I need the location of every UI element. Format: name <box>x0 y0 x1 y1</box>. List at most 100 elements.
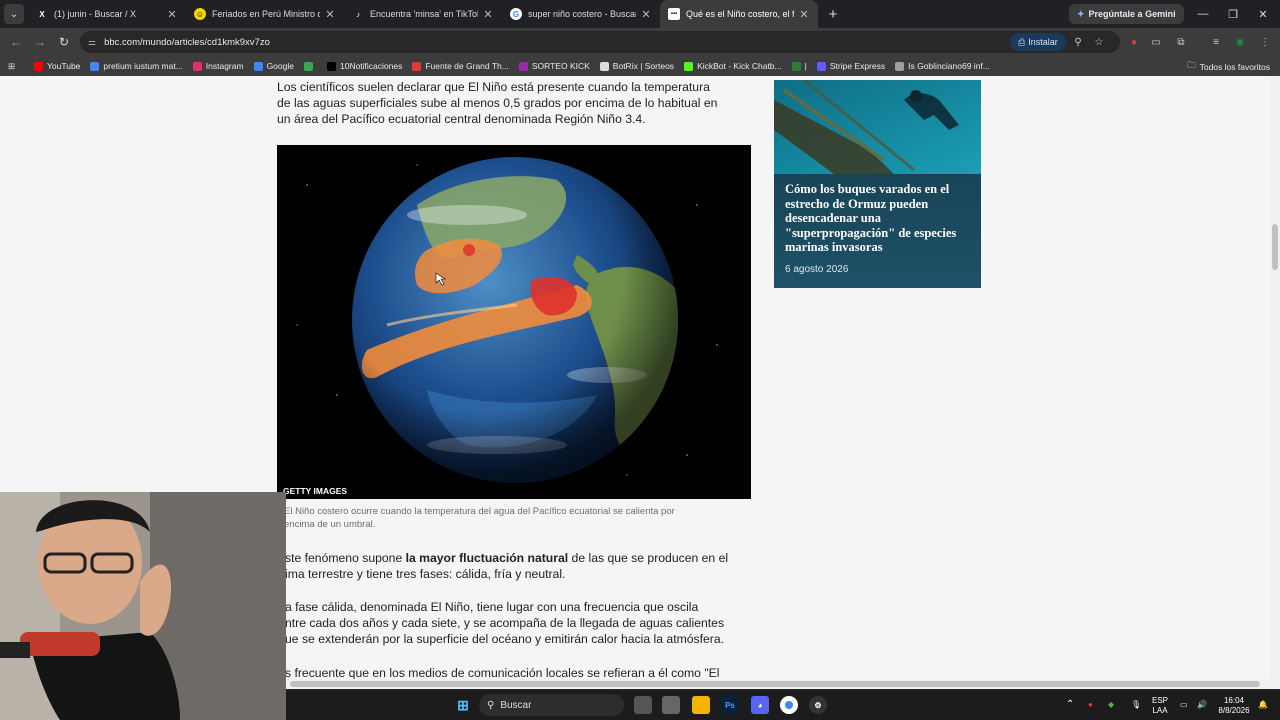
paragraph-phases: ste fenómeno supone la mayor fluctuación… <box>285 550 728 582</box>
lang-top: ESP <box>1152 696 1169 705</box>
tray-chevron-icon[interactable]: ⌃ <box>1066 700 1074 710</box>
bookmark-item[interactable]: BotRix | Sorteos <box>599 61 674 71</box>
article-image-globe[interactable]: GETTY IMAGES <box>277 145 751 499</box>
gemini-button[interactable]: ✦ Pregúntale a Gemini <box>1069 4 1184 24</box>
file-explorer-icon[interactable] <box>692 696 710 714</box>
tab-title: (1) junin - Buscar / X <box>54 9 137 19</box>
bookmark-item[interactable]: Instagram <box>192 61 244 71</box>
task-view-icon[interactable] <box>634 696 652 714</box>
paragraph-warm-phase: a fase cálida, denominada El Niño, tiene… <box>285 599 724 648</box>
close-icon[interactable]: ✕ <box>166 8 178 21</box>
tab-google-search[interactable]: G super niño costero - Buscar con ✕ <box>502 0 660 28</box>
close-icon[interactable]: ✕ <box>324 8 336 21</box>
text-line: s frecuente que en los medios de comunic… <box>285 666 720 679</box>
bookmark-item[interactable]: Fuente de Grand Th... <box>412 61 509 71</box>
bookmark-item[interactable]: 10Notificaciones <box>326 61 402 71</box>
text-run: de las que se producen en el <box>568 551 729 565</box>
apps-grid-icon[interactable]: ⊞ <box>8 61 22 72</box>
bookmark-item[interactable]: KickBot - Kick Chatb... <box>684 61 782 71</box>
reload-icon[interactable]: ↻ <box>52 30 76 54</box>
network-icon[interactable]: ▭ <box>1180 700 1188 710</box>
tab-x-search[interactable]: X (1) junin - Buscar / X ✕ <box>28 0 186 28</box>
close-icon[interactable]: ✕ <box>798 8 810 21</box>
all-bookmarks-folder[interactable]: 🗀 Todos los favoritos <box>1187 60 1270 74</box>
browser-menu-icon[interactable]: ⋮ <box>1258 35 1272 49</box>
bookmark-item[interactable]: pretium iustum mat... <box>90 61 183 71</box>
photoshop-icon[interactable]: Ps <box>721 696 739 714</box>
taskbar-search-label: Buscar <box>500 699 532 711</box>
input-language[interactable]: ESP LAA <box>1152 696 1168 715</box>
site-info-tune-icon[interactable]: ⚌ <box>88 37 96 48</box>
text-line: a fase cálida, denominada El Niño, tiene… <box>285 600 699 614</box>
bookmark-favicon-icon <box>518 61 528 71</box>
minimize-icon[interactable]: — <box>1188 4 1218 24</box>
vertical-scrollbar[interactable] <box>1270 76 1280 679</box>
notifications-icon[interactable]: 🔔 <box>1258 700 1268 710</box>
tab-title: super niño costero - Buscar con <box>528 9 636 19</box>
bookmark-favicon-icon <box>599 61 609 71</box>
tray-shield-icon[interactable]: ◆ <box>1108 700 1114 710</box>
zoom-icon[interactable]: ⚲ <box>1071 35 1085 49</box>
clock[interactable]: 16:04 8/8/2026 <box>1216 696 1252 715</box>
address-bar[interactable]: ⚌ bbc.com/mundo/articles/cd1kmk9xv7zo <box>80 31 1120 53</box>
bookmark-favicon-icon <box>412 61 422 71</box>
windows-start-icon[interactable]: ⊞ <box>454 696 472 714</box>
emphasis-link[interactable]: la mayor fluctuación natural <box>406 551 569 565</box>
text-line: ste fenómeno supone la mayor fluctuación… <box>285 550 728 566</box>
bookmark-item[interactable]: YouTube <box>34 61 80 71</box>
tab-feriados[interactable]: ☺ Feriados en Perú Ministro de Ec ✕ <box>186 0 344 28</box>
bookmark-item[interactable] <box>303 61 317 71</box>
url-text: bbc.com/mundo/articles/cd1kmk9xv7zo <box>104 36 270 48</box>
restore-icon[interactable]: ❐ <box>1218 4 1248 24</box>
app-icon[interactable] <box>662 696 680 714</box>
bookmark-favicon-icon <box>192 61 202 71</box>
bookmark-favicon-icon <box>326 61 336 71</box>
bookmark-item[interactable]: SORTEO KICK <box>518 61 590 71</box>
new-tab-plus-icon[interactable]: + <box>822 6 844 23</box>
tab-tiktok[interactable]: ♪ Encuentra 'minsa' en TikTok | B ✕ <box>344 0 502 28</box>
bookmark-favicon-icon <box>253 61 263 71</box>
bookmark-label: SORTEO KICK <box>531 61 590 71</box>
taskbar-search[interactable]: ⚲ Buscar <box>479 694 624 716</box>
install-app-button[interactable]: ⎙ Instalar <box>1010 33 1066 51</box>
extensions-puzzle-icon[interactable]: ⧉ <box>1174 35 1188 49</box>
bookmark-star-icon[interactable]: ☆ <box>1092 35 1106 49</box>
all-bookmarks-label: Todos los favoritos <box>1199 62 1270 72</box>
bookmark-favicon-icon <box>791 61 801 71</box>
bookmark-item[interactable]: | <box>791 61 807 71</box>
discord-icon[interactable]: ◕ <box>751 696 769 714</box>
bookmark-item[interactable]: Stripe Express <box>816 61 885 71</box>
extension-card-icon[interactable]: ▭ <box>1149 35 1163 49</box>
tab-search-chevron-icon[interactable]: ⌄ <box>4 4 24 24</box>
volume-icon[interactable]: 🔊 <box>1197 700 1207 710</box>
chrome-icon[interactable] <box>780 696 798 714</box>
back-arrow-icon[interactable]: ← <box>4 30 28 54</box>
bookmark-item[interactable]: Is Goblinciano69 inf... <box>895 61 990 71</box>
card-headline[interactable]: Cómo los buques varados en el estrecho d… <box>785 182 973 255</box>
lang-bottom: LAA <box>1152 705 1168 715</box>
vertical-scroll-thumb[interactable] <box>1272 224 1278 270</box>
reading-list-icon[interactable]: ≡ <box>1209 35 1223 49</box>
tab-title: Qué es el Niño costero, el fenó <box>686 9 794 19</box>
clock-date: 8/8/2026 <box>1218 705 1250 715</box>
tray-app-icon[interactable]: ● <box>1088 700 1093 710</box>
app-gear-icon[interactable]: ⚙ <box>809 696 827 714</box>
microphone-icon[interactable]: 🎙 <box>1131 700 1141 710</box>
forward-arrow-icon[interactable]: → <box>28 30 52 54</box>
bookmark-favicon-icon <box>816 61 826 71</box>
bookmark-favicon-icon <box>303 61 313 71</box>
tab-bbc-article[interactable]: ▪▪▪ Qué es el Niño costero, el fenó ✕ <box>660 0 818 28</box>
bookmark-favicon-icon <box>90 61 100 71</box>
card-date: 6 agosto 2026 <box>785 264 849 275</box>
extension-red-icon[interactable]: ● <box>1127 35 1141 49</box>
bookmark-item[interactable]: Google <box>253 61 294 71</box>
close-icon[interactable]: ✕ <box>640 8 652 21</box>
window-close-icon[interactable]: ✕ <box>1248 4 1278 24</box>
profile-avatar-icon[interactable]: ◉ <box>1233 35 1247 49</box>
bookmark-label: pretium iustum mat... <box>103 61 183 71</box>
text-line: ntre cada dos años y cada siete, y se ac… <box>285 616 725 631</box>
close-icon[interactable]: ✕ <box>482 8 494 21</box>
horizontal-scroll-thumb[interactable] <box>290 681 1260 687</box>
clock-time: 16:04 <box>1223 696 1245 705</box>
related-article-card[interactable]: Cómo los buques varados en el estrecho d… <box>774 80 981 288</box>
